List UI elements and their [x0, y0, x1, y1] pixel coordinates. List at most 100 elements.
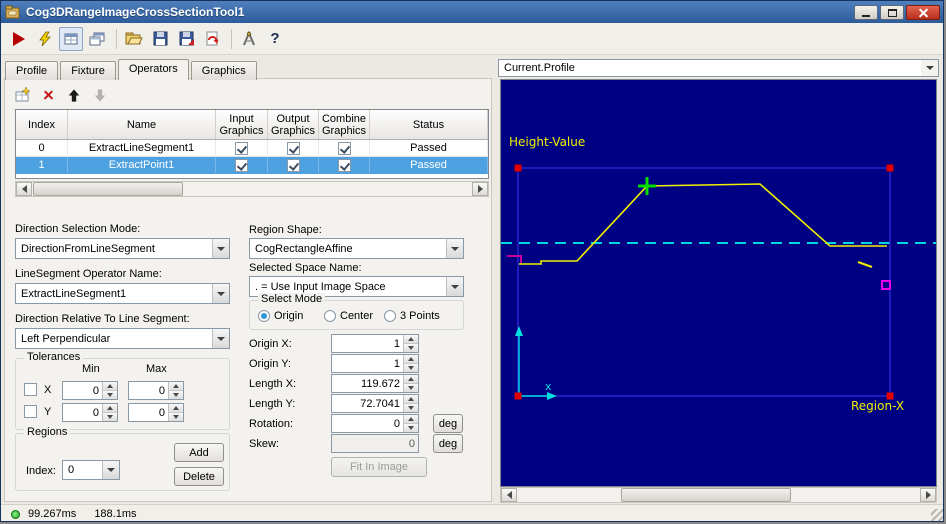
x-tolerance-checkbox[interactable] — [24, 383, 37, 396]
y-min-spinner[interactable]: 0 — [62, 403, 118, 422]
spin-down-icon[interactable] — [103, 391, 117, 399]
tab-graphics[interactable]: Graphics — [190, 61, 257, 80]
y-tolerance-checkbox[interactable] — [24, 405, 37, 418]
add-region-button[interactable]: Add — [174, 443, 224, 462]
three-points-radio[interactable]: 3 Points — [384, 310, 440, 322]
region-index-select[interactable]: 0 — [62, 460, 120, 480]
length-x-value[interactable]: 119.672 — [332, 375, 403, 392]
combine-graphics-checkbox[interactable] — [337, 141, 351, 155]
help-button[interactable]: ? — [263, 27, 287, 51]
origin-radio[interactable]: Origin — [258, 310, 303, 322]
spin-up-icon[interactable] — [103, 404, 117, 413]
y-max-value[interactable]: 0 — [129, 404, 168, 421]
chevron-down-icon[interactable] — [212, 239, 229, 258]
resize-grip[interactable] — [931, 509, 943, 521]
spin-up-icon[interactable] — [404, 335, 418, 344]
add-operator-button[interactable] — [13, 86, 31, 104]
spin-down-icon[interactable] — [169, 413, 183, 421]
x-min-spinner[interactable]: 0 — [62, 381, 118, 400]
profile-display-canvas[interactable]: x Height-Value Region-X — [501, 80, 936, 486]
combine-graphics-checkbox[interactable] — [337, 158, 351, 172]
origin-y-value[interactable]: 1 — [332, 355, 403, 372]
rotation-deg-button[interactable]: deg — [433, 414, 463, 433]
output-graphics-checkbox[interactable] — [286, 158, 300, 172]
result-display-toggle[interactable] — [59, 26, 83, 51]
spin-up-icon[interactable] — [169, 404, 183, 413]
spin-down-icon[interactable] — [404, 344, 418, 352]
scroll-thumb[interactable] — [33, 182, 183, 196]
maximize-button[interactable] — [880, 5, 904, 20]
skew-deg-button[interactable]: deg — [433, 434, 463, 453]
measure-button[interactable] — [237, 27, 261, 51]
save-button[interactable] — [148, 27, 172, 51]
spin-down-icon[interactable] — [404, 384, 418, 392]
display-hscrollbar[interactable] — [500, 487, 937, 503]
spin-up-icon[interactable] — [404, 395, 418, 404]
spin-down-icon[interactable] — [404, 404, 418, 412]
origin-y-spinner[interactable]: 1 — [331, 354, 419, 373]
input-graphics-checkbox[interactable] — [235, 141, 248, 155]
y-max-spinner[interactable]: 0 — [128, 403, 184, 422]
spin-up-icon[interactable] — [404, 355, 418, 364]
length-x-spinner[interactable]: 119.672 — [331, 374, 419, 393]
column-header-output-graphics[interactable]: Output Graphics — [268, 110, 319, 139]
input-graphics-checkbox[interactable] — [235, 158, 248, 172]
chevron-down-icon[interactable] — [212, 329, 229, 348]
region-shape-select[interactable]: CogRectangleAffine — [249, 238, 464, 259]
minimize-button[interactable] — [854, 5, 878, 20]
length-y-spinner[interactable]: 72.7041 — [331, 394, 419, 413]
column-header-name[interactable]: Name — [68, 110, 216, 139]
chevron-down-icon[interactable] — [212, 284, 229, 303]
length-y-value[interactable]: 72.7041 — [332, 395, 403, 412]
tab-fixture[interactable]: Fixture — [60, 61, 116, 80]
origin-x-value[interactable]: 1 — [332, 335, 403, 352]
spin-up-icon[interactable] — [404, 415, 418, 424]
column-header-index[interactable]: Index — [16, 110, 68, 139]
record-selector[interactable]: Current.Profile — [498, 59, 939, 77]
chevron-down-icon[interactable] — [921, 60, 938, 76]
open-button[interactable] — [122, 27, 146, 51]
x-min-value[interactable]: 0 — [63, 382, 102, 399]
spin-down-icon[interactable] — [404, 364, 418, 372]
center-radio[interactable]: Center — [324, 310, 373, 322]
origin-x-spinner[interactable]: 1 — [331, 334, 419, 353]
operator-name-select[interactable]: ExtractLineSegment1 — [15, 283, 230, 304]
tab-operators[interactable]: Operators — [117, 59, 189, 80]
close-button[interactable] — [906, 5, 940, 20]
chevron-down-icon[interactable] — [446, 239, 463, 258]
spin-up-icon[interactable] — [404, 375, 418, 384]
column-header-input-graphics[interactable]: Input Graphics — [216, 110, 268, 139]
save-station-button[interactable] — [174, 27, 198, 51]
run-button[interactable] — [7, 27, 31, 51]
profile-display[interactable]: x Height-Value Region-X — [500, 79, 937, 487]
delete-region-button[interactable]: Delete — [174, 467, 224, 486]
chevron-down-icon[interactable] — [446, 277, 463, 296]
column-header-status[interactable]: Status — [370, 110, 488, 139]
scroll-right-button[interactable] — [472, 182, 488, 196]
x-max-spinner[interactable]: 0 — [128, 381, 184, 400]
spin-down-icon[interactable] — [404, 424, 418, 432]
scroll-left-button[interactable] — [16, 182, 32, 196]
move-up-button[interactable] — [65, 86, 83, 104]
spin-down-icon[interactable] — [103, 413, 117, 421]
table-row-selected[interactable]: 1 ExtractPoint1 Passed — [16, 157, 488, 174]
electric-run-button[interactable] — [33, 27, 57, 51]
spin-down-icon[interactable] — [169, 391, 183, 399]
titlebar[interactable]: Cog3DRangeImageCrossSectionTool1 — [1, 1, 943, 23]
rotation-spinner[interactable]: 0 — [331, 414, 419, 433]
x-max-value[interactable]: 0 — [129, 382, 168, 399]
chevron-down-icon[interactable] — [102, 461, 119, 479]
y-min-value[interactable]: 0 — [63, 404, 102, 421]
revert-button[interactable] — [200, 27, 224, 51]
spin-up-icon[interactable] — [169, 382, 183, 391]
rotation-value[interactable]: 0 — [332, 415, 403, 432]
scroll-right-button[interactable] — [920, 488, 936, 502]
tab-profile[interactable]: Profile — [5, 61, 59, 80]
table-row[interactable]: 0 ExtractLineSegment1 Passed — [16, 140, 488, 157]
float-window-button[interactable] — [85, 27, 109, 51]
direction-mode-select[interactable]: DirectionFromLineSegment — [15, 238, 230, 259]
scroll-thumb[interactable] — [621, 488, 791, 502]
delete-operator-button[interactable] — [39, 86, 57, 104]
scroll-left-button[interactable] — [501, 488, 517, 502]
output-graphics-checkbox[interactable] — [286, 141, 300, 155]
